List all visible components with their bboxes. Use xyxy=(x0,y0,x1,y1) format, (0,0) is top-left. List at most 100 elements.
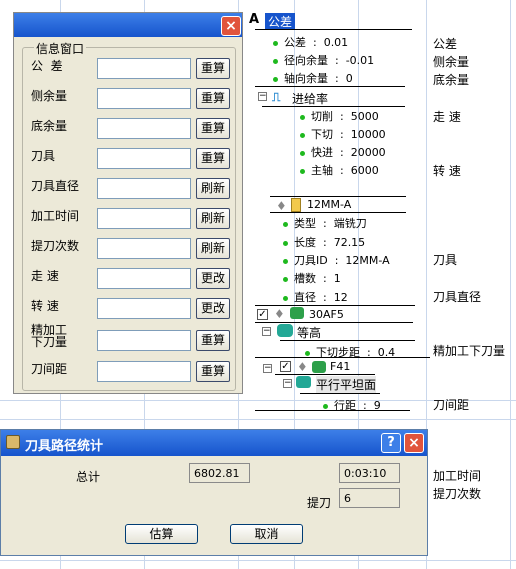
total-value: 6802.81 xyxy=(189,463,250,483)
info-row-button[interactable]: 刷新 xyxy=(196,238,230,259)
tree-feed-item[interactable]: 切削 : 5000 xyxy=(300,108,379,124)
info-row-label: 精加工 下刀量 xyxy=(31,323,68,349)
tree-item-text: 槽数 : 1 xyxy=(294,272,341,285)
tolerance-icon: A xyxy=(249,12,260,27)
info-row-button[interactable]: 更改 xyxy=(196,298,230,319)
note-machining-time: 加工时间 xyxy=(433,469,482,483)
tree-tool-item[interactable]: 直径 : 12 xyxy=(283,289,348,305)
tree-f41-header[interactable]: F41 xyxy=(330,360,350,373)
divider xyxy=(255,86,405,87)
dot-icon xyxy=(283,222,288,227)
divider xyxy=(280,340,415,341)
toolpath-icon xyxy=(290,307,304,319)
tree-parallel-header[interactable]: 平行平坦面 xyxy=(316,376,377,393)
collapse-toggle[interactable]: − xyxy=(263,364,272,373)
total-label: 总计 xyxy=(76,470,101,484)
info-row-button[interactable]: 重算 xyxy=(196,330,230,351)
tree-tool-header[interactable]: 12MM-A xyxy=(307,198,351,211)
divider xyxy=(255,357,430,358)
info-row-input[interactable] xyxy=(97,148,191,169)
tree-item-text: 公差 : 0.01 xyxy=(284,36,349,49)
tree-item-text: 长度 : 72.15 xyxy=(294,236,366,249)
info-row-input[interactable] xyxy=(97,361,191,382)
cancel-button[interactable]: 取消 xyxy=(230,524,303,544)
info-row-input[interactable] xyxy=(97,298,191,319)
tree-feed-item[interactable]: 主轴 : 6000 xyxy=(300,162,379,178)
info-window-titlebar xyxy=(14,13,242,37)
note-diameter: 刀具直径 xyxy=(433,290,482,304)
dot-icon xyxy=(300,133,305,138)
dot-icon xyxy=(283,259,288,264)
info-row-input[interactable] xyxy=(97,208,191,229)
help-icon[interactable]: ? xyxy=(381,433,401,453)
tool-icon xyxy=(291,198,301,212)
close-icon[interactable]: × xyxy=(221,16,241,36)
tree-tool-item[interactable]: 刀具ID : 12MM-A xyxy=(283,252,390,268)
info-row-button[interactable]: 重算 xyxy=(196,88,230,109)
tree-item-text: 径向余量 : -0.01 xyxy=(284,54,375,67)
info-row-button[interactable]: 重算 xyxy=(196,58,230,79)
info-row-input[interactable] xyxy=(97,268,191,289)
tree-feed-item[interactable]: 下切 : 10000 xyxy=(300,126,386,142)
dot-icon xyxy=(273,59,278,64)
bulb-icon: ♦ xyxy=(276,199,287,213)
tree-tool-item[interactable]: 槽数 : 1 xyxy=(283,270,341,286)
info-row-button[interactable]: 重算 xyxy=(196,148,230,169)
bulb-icon: ♦ xyxy=(297,360,308,374)
dot-icon xyxy=(273,41,278,46)
tree-contour-header[interactable]: 等高 xyxy=(297,324,321,341)
info-row-input[interactable] xyxy=(97,238,191,259)
divider xyxy=(255,305,415,306)
info-row-button[interactable]: 刷新 xyxy=(196,208,230,229)
info-row-input[interactable] xyxy=(97,88,191,109)
dot-icon xyxy=(283,241,288,246)
tree-item-text: 下切 : 10000 xyxy=(311,128,386,141)
checkbox-icon[interactable]: ✓ xyxy=(257,309,268,320)
collapse-toggle[interactable]: − xyxy=(283,379,292,388)
info-row-input[interactable] xyxy=(97,330,191,351)
dot-icon xyxy=(283,296,288,301)
tree-item-text: 类型 : 端铣刀 xyxy=(294,217,367,230)
dot-icon xyxy=(283,277,288,282)
divider xyxy=(255,410,410,411)
toolpath-icon xyxy=(312,361,326,373)
tree-tolerance-item[interactable]: 径向余量 : -0.01 xyxy=(273,52,374,68)
info-row-input[interactable] xyxy=(97,58,191,79)
tree-tool-item[interactable]: 类型 : 端铣刀 xyxy=(283,215,367,231)
tree-feed-header[interactable]: 进给率 xyxy=(292,90,328,107)
info-row-button[interactable]: 重算 xyxy=(196,361,230,382)
tree-path-header[interactable]: 30AF5 xyxy=(309,308,344,321)
collapse-toggle[interactable]: − xyxy=(258,92,267,101)
tree-item-text: 直径 : 12 xyxy=(294,291,348,304)
info-row-label: 加工时间 xyxy=(31,209,80,223)
lift-label: 提刀 xyxy=(307,496,332,510)
tree-feed-item[interactable]: 快进 : 20000 xyxy=(300,144,386,160)
feedrate-icon: ⎍ xyxy=(272,90,281,104)
estimate-button[interactable]: 估算 xyxy=(125,524,198,544)
tree-item-text: 刀具ID : 12MM-A xyxy=(294,254,390,267)
tree-tolerance-item[interactable]: 公差 : 0.01 xyxy=(273,34,348,50)
time-value: 0:03:10 xyxy=(339,463,400,483)
info-row-button[interactable]: 刷新 xyxy=(196,178,230,199)
app-icon xyxy=(6,435,20,449)
tree-tolerance-header[interactable]: 公差 xyxy=(265,13,296,30)
tree-tool-item[interactable]: 长度 : 72.15 xyxy=(283,234,365,250)
collapse-toggle[interactable]: − xyxy=(262,327,271,336)
close-icon[interactable]: × xyxy=(404,433,424,453)
lift-value: 6 xyxy=(339,488,400,508)
tree-item-text: 主轴 : 6000 xyxy=(311,164,379,177)
note-feed: 走 速 xyxy=(433,110,461,124)
note-tolerance: 公差 xyxy=(433,37,458,51)
info-row-label: 提刀次数 xyxy=(31,239,80,253)
dot-icon xyxy=(300,169,305,174)
tree-tolerance-item[interactable]: 轴向余量 : 0 xyxy=(273,70,353,86)
info-row-button[interactable]: 重算 xyxy=(196,118,230,139)
info-row-label: 刀间距 xyxy=(31,362,68,376)
divider xyxy=(270,196,406,197)
info-row-input[interactable] xyxy=(97,178,191,199)
info-row-input[interactable] xyxy=(97,118,191,139)
divider xyxy=(275,374,375,375)
checkbox-icon[interactable]: ✓ xyxy=(280,361,291,372)
info-row-label: 刀具直径 xyxy=(31,179,80,193)
info-row-button[interactable]: 更改 xyxy=(196,268,230,289)
